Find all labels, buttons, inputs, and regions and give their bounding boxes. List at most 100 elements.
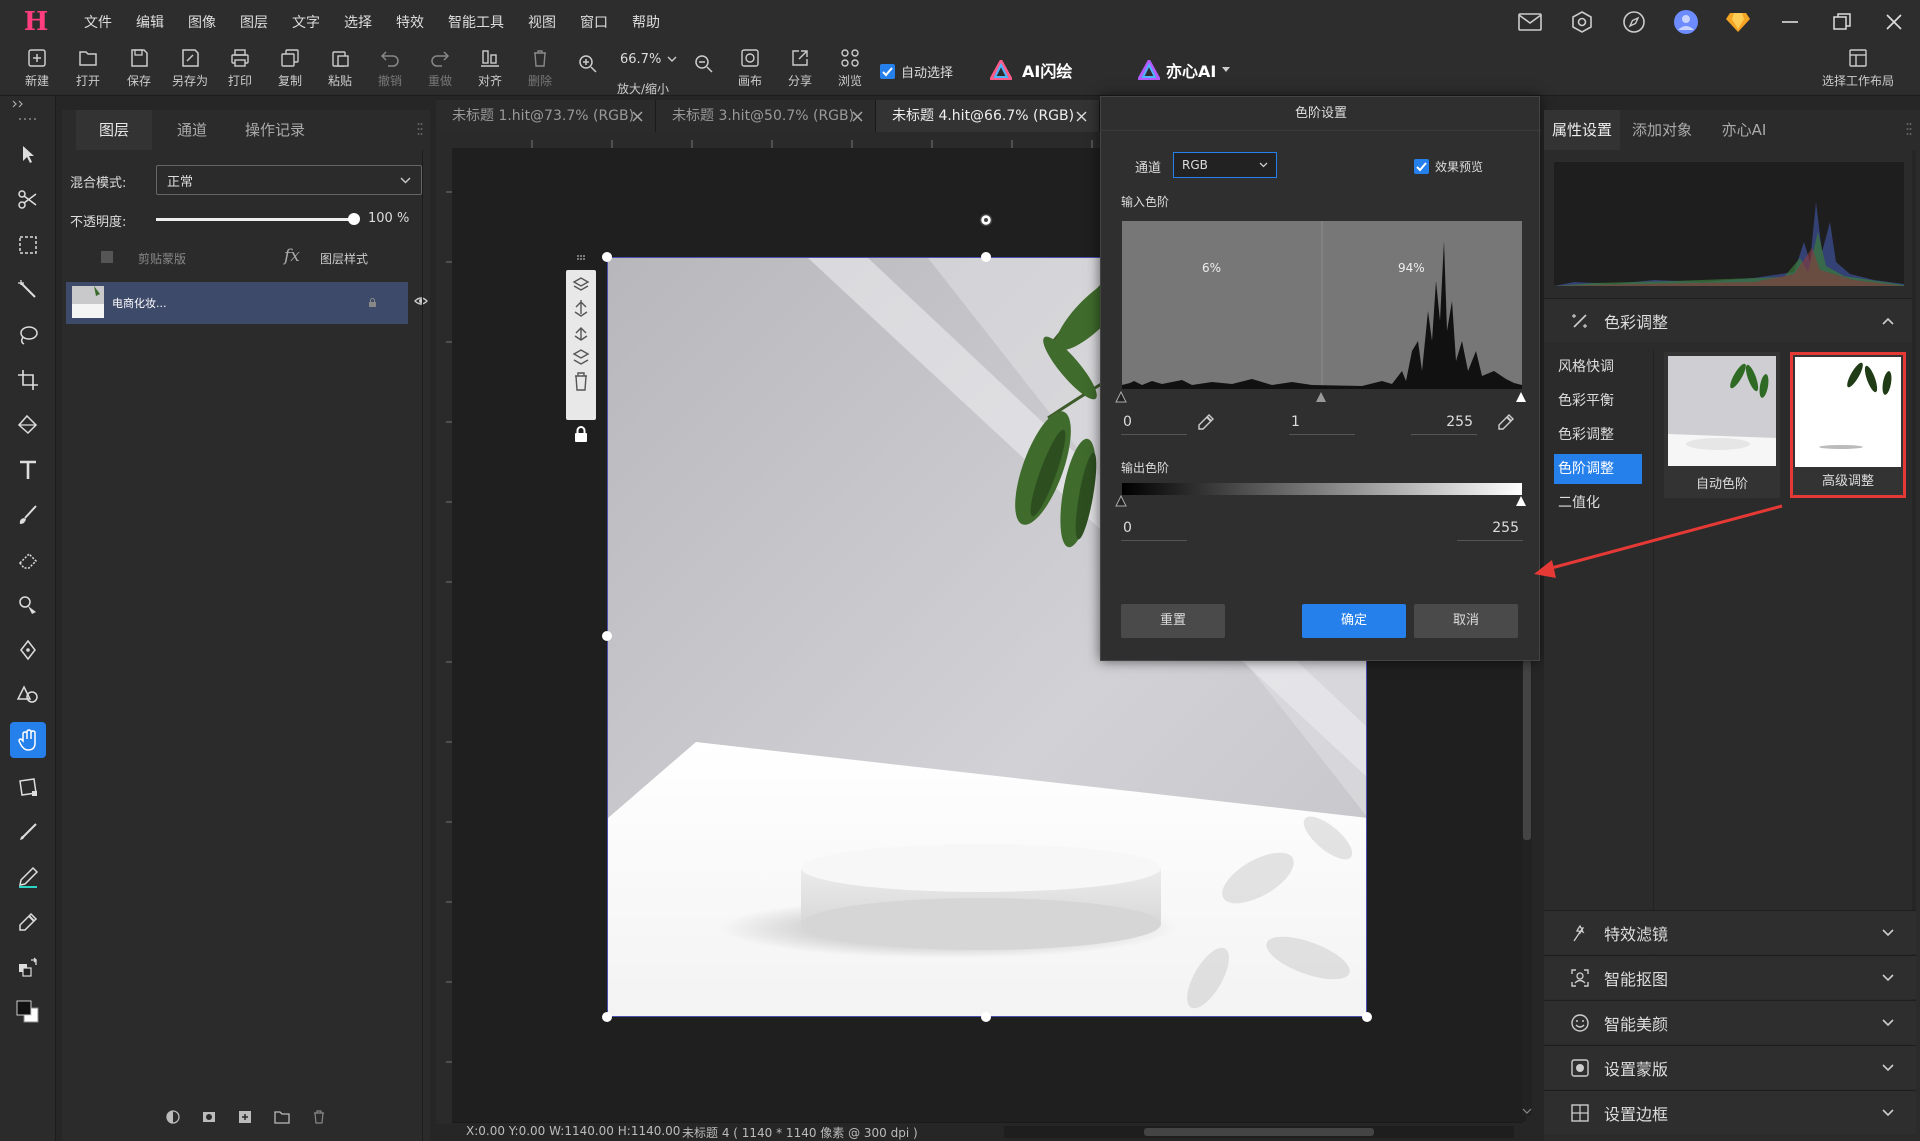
zoom-select[interactable]: 66.7%	[620, 52, 690, 67]
cancel-button[interactable]: 取消	[1414, 604, 1518, 638]
tab-yixin-ai[interactable]: 亦心AI	[1704, 110, 1784, 150]
scrollbar-thumb[interactable]	[1523, 660, 1531, 840]
tab-properties[interactable]: 属性设置	[1544, 110, 1620, 150]
preview-checkbox[interactable]: 效果预览	[1414, 158, 1483, 175]
save-as-button[interactable]: 另存为	[165, 48, 215, 94]
menu-item[interactable]: 文件	[72, 12, 124, 32]
opacity-slider-handle[interactable]	[348, 213, 360, 225]
horizontal-scrollbar[interactable]	[1004, 1126, 1514, 1138]
zoom-in-icon[interactable]	[578, 54, 598, 74]
input-black-slider-handle[interactable]	[1115, 391, 1127, 403]
resize-handle[interactable]	[981, 252, 991, 262]
settings-icon[interactable]	[1556, 0, 1608, 44]
auto-select-checkbox[interactable]: 自动选择	[880, 62, 953, 81]
tab-channels[interactable]: 通道	[154, 110, 230, 150]
close-tab-icon[interactable]	[1076, 111, 1087, 122]
pencil-tool-icon[interactable]	[10, 859, 46, 895]
menu-item[interactable]: 编辑	[124, 12, 176, 32]
vip-gem-icon[interactable]	[1712, 0, 1764, 44]
layer-lock-icon[interactable]	[368, 298, 377, 307]
input-gamma-slider-handle[interactable]	[1315, 391, 1327, 403]
resize-handle[interactable]	[602, 252, 612, 262]
canvas-button[interactable]: 画布	[725, 48, 775, 94]
input-white-slider-handle[interactable]	[1515, 391, 1527, 403]
move-tool-icon[interactable]	[10, 136, 46, 172]
output-white-field[interactable]: 255	[1457, 515, 1523, 541]
scroll-down-icon[interactable]	[1522, 1108, 1532, 1115]
blend-mode-select[interactable]: 正常	[156, 165, 422, 195]
tab-add-object[interactable]: 添加对象	[1622, 110, 1702, 150]
section-effects-filter[interactable]: 特效滤镜	[1544, 910, 1916, 954]
resize-handle[interactable]	[602, 631, 612, 641]
resize-handle[interactable]	[602, 1012, 612, 1022]
close-window-icon[interactable]	[1868, 0, 1920, 44]
section-smart-beauty[interactable]: 智能美颜	[1544, 1000, 1916, 1044]
opacity-slider[interactable]	[156, 218, 356, 221]
input-black-field[interactable]: 0	[1121, 409, 1187, 435]
resize-handle[interactable]	[1362, 1012, 1372, 1022]
adjustment-layer-icon[interactable]	[166, 1110, 180, 1124]
expand-panels-icon[interactable]	[12, 100, 26, 108]
swap-colors-icon[interactable]	[10, 949, 46, 985]
mail-icon[interactable]	[1504, 0, 1556, 44]
panel-scrollbar[interactable]	[1912, 150, 1916, 1020]
chevron-up-icon[interactable]	[1882, 317, 1894, 325]
ai-flash-button[interactable]: AI闪绘	[990, 58, 1072, 82]
rotate-handle-icon[interactable]	[979, 213, 993, 227]
hand-tool-icon[interactable]	[10, 722, 46, 758]
new-layer-icon[interactable]	[238, 1110, 252, 1124]
magic-wand-tool-icon[interactable]	[10, 272, 46, 308]
zoom-out-icon[interactable]	[694, 54, 714, 74]
document-tab-active[interactable]: 未标题 4.hit@66.7% (RGB)	[876, 100, 1100, 132]
menu-item[interactable]: 选择	[332, 12, 384, 32]
section-set-mask[interactable]: 设置蒙版	[1544, 1045, 1916, 1089]
delete-layer-icon[interactable]	[312, 1110, 326, 1124]
new-button[interactable]: 新建	[12, 48, 62, 94]
eraser-tool-icon[interactable]	[10, 542, 46, 578]
avatar[interactable]	[1660, 0, 1712, 44]
input-white-field[interactable]: 255	[1411, 409, 1477, 435]
layer-style-button[interactable]: 图层样式	[320, 250, 368, 267]
section-smart-cutout[interactable]: 智能抠图	[1544, 955, 1916, 999]
auto-levels-thumbnail[interactable]: 自动色阶	[1664, 352, 1780, 498]
redo-button[interactable]: 重做	[415, 48, 465, 94]
foreground-background-color-icon[interactable]	[10, 994, 46, 1030]
delete-button[interactable]: 删除	[515, 48, 565, 94]
paste-button[interactable]: 粘贴	[315, 48, 365, 94]
pen-tool-icon[interactable]	[10, 632, 46, 668]
eyedropper-tool-icon[interactable]	[10, 904, 46, 940]
crop-tool-icon[interactable]	[10, 362, 46, 398]
menu-item[interactable]: 窗口	[568, 12, 620, 32]
marquee-tool-icon[interactable]	[10, 227, 46, 263]
sub-item-color-adjust[interactable]: 色彩调整	[1554, 420, 1642, 450]
menu-item[interactable]: 视图	[516, 12, 568, 32]
layer-name[interactable]: 电商化妆...	[112, 295, 167, 311]
save-button[interactable]: 保存	[114, 48, 164, 94]
document-tab[interactable]: 未标题 3.hit@50.7% (RGB)	[656, 100, 876, 132]
open-button[interactable]: 打开	[63, 48, 113, 94]
close-tab-icon[interactable]	[852, 111, 863, 122]
ok-button[interactable]: 确定	[1302, 604, 1406, 638]
lasso-tool-icon[interactable]	[10, 317, 46, 353]
smart-select-tool-icon[interactable]	[10, 182, 46, 218]
browse-button[interactable]: 浏览	[825, 48, 875, 94]
healing-brush-tool-icon[interactable]	[10, 814, 46, 850]
advanced-adjust-thumbnail[interactable]: 高级调整	[1790, 352, 1906, 498]
new-group-icon[interactable]	[274, 1110, 290, 1124]
lock-icon[interactable]	[574, 426, 588, 442]
add-mask-icon[interactable]	[202, 1110, 216, 1124]
scrollbar-thumb[interactable]	[1144, 1128, 1374, 1136]
align-button[interactable]: 对齐	[465, 48, 515, 94]
shape-tool-icon[interactable]	[10, 677, 46, 713]
sub-item-style-quick[interactable]: 风格快调	[1554, 352, 1642, 382]
vertical-scrollbar[interactable]	[1522, 660, 1532, 1116]
compass-icon[interactable]	[1608, 0, 1660, 44]
yixin-ai-button[interactable]: 亦心AI	[1138, 58, 1231, 82]
minimize-icon[interactable]	[1764, 0, 1816, 44]
visibility-eye-icon[interactable]	[414, 296, 428, 306]
clip-mask-button[interactable]: 剪贴蒙版	[138, 250, 186, 267]
share-button[interactable]: 分享	[775, 48, 825, 94]
reset-button[interactable]: 重置	[1121, 604, 1225, 638]
black-eyedropper-icon[interactable]	[1197, 413, 1215, 431]
undo-button[interactable]: 撤销	[365, 48, 415, 94]
